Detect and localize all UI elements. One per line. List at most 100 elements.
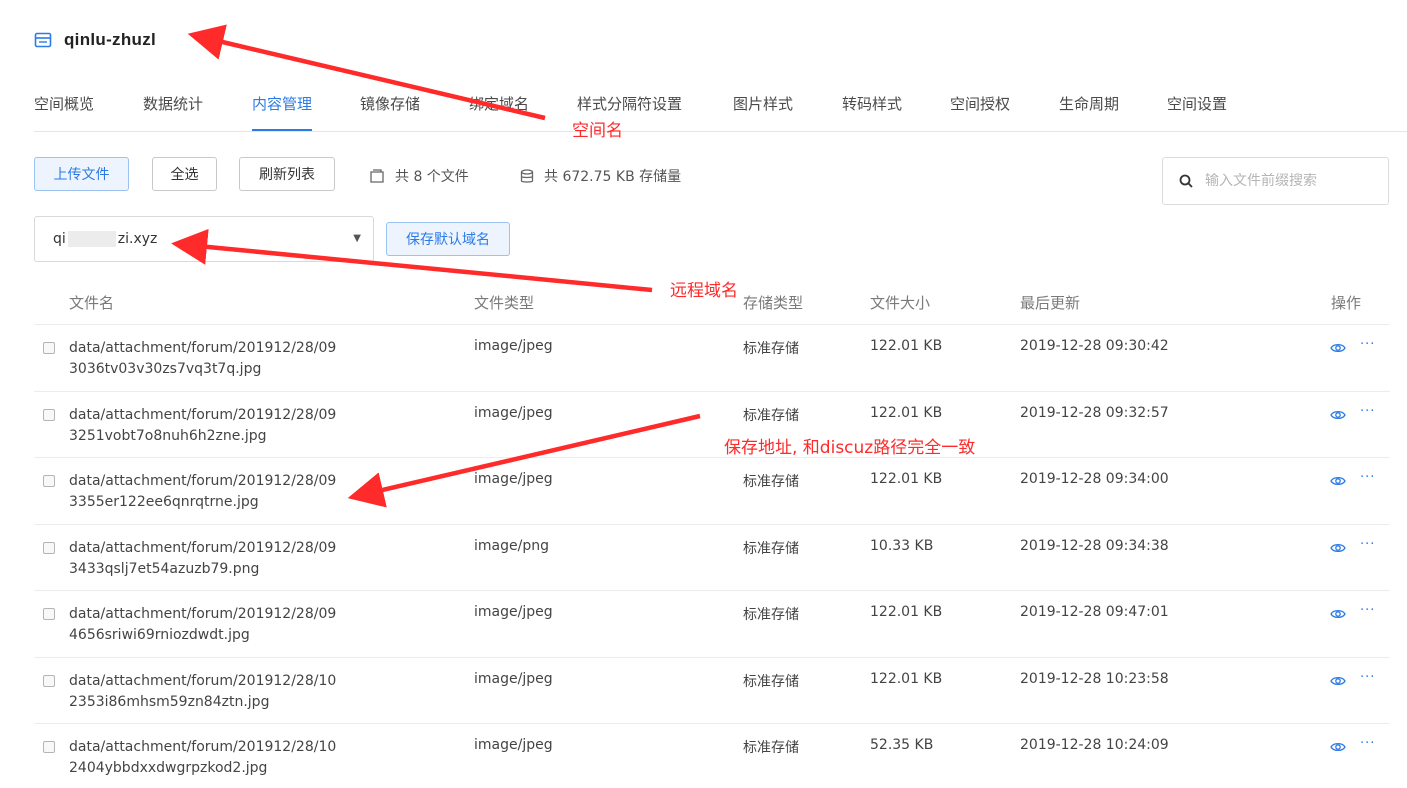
file-name[interactable]: data/attachment/forum/201912/28/09 3433qs… xyxy=(69,538,336,580)
more-actions-icon[interactable]: ··· xyxy=(1360,603,1375,618)
file-type: image/jpeg xyxy=(474,604,553,620)
last-updated: 2019-12-28 09:32:57 xyxy=(1020,405,1169,421)
file-size: 122.01 KB xyxy=(870,671,943,687)
table-row[interactable]: data/attachment/forum/201912/28/09 3036tv… xyxy=(34,324,1390,391)
file-size: 122.01 KB xyxy=(870,471,943,487)
table-row[interactable]: data/attachment/forum/201912/28/09 3355er… xyxy=(34,457,1390,524)
bucket-title: qinlu-zhuzl xyxy=(34,28,156,52)
more-actions-icon[interactable]: ··· xyxy=(1360,736,1375,751)
eye-icon[interactable] xyxy=(1330,675,1346,687)
storage-type: 标准存储 xyxy=(743,341,799,357)
more-actions-icon[interactable]: ··· xyxy=(1360,670,1375,685)
tab-bar: 空间概览 数据统计 内容管理 镜像存储 绑定域名 样式分隔符设置 图片样式 转码… xyxy=(34,92,1407,132)
eye-icon[interactable] xyxy=(1330,342,1346,354)
eye-icon[interactable] xyxy=(1330,409,1346,421)
last-updated: 2019-12-28 09:47:01 xyxy=(1020,604,1169,620)
eye-icon[interactable] xyxy=(1330,542,1346,554)
storage-type: 标准存储 xyxy=(743,541,799,557)
more-actions-icon[interactable]: ··· xyxy=(1360,404,1375,419)
table-row[interactable]: data/attachment/forum/201912/28/10 2353i8… xyxy=(34,657,1390,724)
annotation-save-path: 保存地址, 和discuz路径完全一致 xyxy=(724,438,976,458)
storage-type: 标准存储 xyxy=(743,740,799,756)
bucket-name: qinlu-zhuzl xyxy=(64,30,157,49)
domain-mask xyxy=(67,231,116,247)
column-header-type[interactable]: 文件类型 xyxy=(474,292,534,313)
tab-lifecycle[interactable]: 生命周期 xyxy=(1059,92,1119,131)
more-actions-icon[interactable]: ··· xyxy=(1360,537,1375,552)
caret-down-icon: ▼ xyxy=(353,233,361,244)
file-type: image/jpeg xyxy=(474,671,553,687)
last-updated: 2019-12-28 09:34:38 xyxy=(1020,538,1169,554)
last-updated: 2019-12-28 10:24:09 xyxy=(1020,737,1169,753)
file-type: image/jpeg xyxy=(474,471,553,487)
file-size: 52.35 KB xyxy=(870,737,934,753)
search-input[interactable] xyxy=(1205,173,1375,189)
tab-bind-domain[interactable]: 绑定域名 xyxy=(469,92,529,131)
tab-bucket-auth[interactable]: 空间授权 xyxy=(950,92,1010,131)
storage-type: 标准存储 xyxy=(743,408,799,424)
domain-prefix: qi xyxy=(53,231,66,247)
search-icon xyxy=(1179,174,1193,188)
storage-total-stat: 共 672.75 KB 存储量 xyxy=(520,166,681,186)
tab-content-management[interactable]: 内容管理 xyxy=(252,92,313,131)
tab-transcode-style[interactable]: 转码样式 xyxy=(842,92,902,131)
file-name[interactable]: data/attachment/forum/201912/28/09 3036tv… xyxy=(69,338,336,380)
column-header-name[interactable]: 文件名 xyxy=(69,292,114,313)
eye-icon[interactable] xyxy=(1330,475,1346,487)
row-checkbox[interactable] xyxy=(43,342,55,354)
annotation-bucket-name: 空间名 xyxy=(572,121,623,141)
file-count-stat: 共 8 个文件 xyxy=(369,166,469,186)
tab-statistics[interactable]: 数据统计 xyxy=(143,92,203,131)
last-updated: 2019-12-28 10:23:58 xyxy=(1020,671,1169,687)
more-actions-icon[interactable]: ··· xyxy=(1360,337,1375,352)
row-checkbox[interactable] xyxy=(43,675,55,687)
last-updated: 2019-12-28 09:34:00 xyxy=(1020,471,1169,487)
upload-button[interactable]: 上传文件 xyxy=(34,157,129,191)
tab-overview[interactable]: 空间概览 xyxy=(34,92,94,131)
file-name[interactable]: data/attachment/forum/201912/28/10 2353i8… xyxy=(69,671,336,713)
file-type: image/jpeg xyxy=(474,405,553,421)
search-box xyxy=(1162,157,1389,205)
table-row[interactable]: data/attachment/forum/201912/28/09 4656sr… xyxy=(34,590,1390,657)
file-box-icon xyxy=(370,169,384,183)
select-all-button[interactable]: 全选 xyxy=(152,157,217,191)
row-checkbox[interactable] xyxy=(43,542,55,554)
column-header-size[interactable]: 文件大小 xyxy=(870,292,930,313)
table-row[interactable]: data/attachment/forum/201912/28/09 3251vo… xyxy=(34,391,1390,458)
file-size: 122.01 KB xyxy=(870,405,943,421)
tab-mirror-storage[interactable]: 镜像存储 xyxy=(360,92,420,131)
file-type: image/png xyxy=(474,538,549,554)
last-updated: 2019-12-28 09:30:42 xyxy=(1020,338,1169,354)
eye-icon[interactable] xyxy=(1330,608,1346,620)
file-size: 122.01 KB xyxy=(870,338,943,354)
file-size: 122.01 KB xyxy=(870,604,943,620)
file-name[interactable]: data/attachment/forum/201912/28/10 2404yb… xyxy=(69,737,336,779)
tab-bucket-settings[interactable]: 空间设置 xyxy=(1167,92,1227,131)
storage-type: 标准存储 xyxy=(743,474,799,490)
domain-select[interactable]: qi zi.xyz ▼ xyxy=(34,216,374,262)
more-actions-icon[interactable]: ··· xyxy=(1360,470,1375,485)
row-checkbox[interactable] xyxy=(43,741,55,753)
storage-type: 标准存储 xyxy=(743,607,799,623)
file-name[interactable]: data/attachment/forum/201912/28/09 4656sr… xyxy=(69,604,336,646)
row-checkbox[interactable] xyxy=(43,608,55,620)
column-header-storage[interactable]: 存储类型 xyxy=(743,292,803,313)
storage-total-text: 共 672.75 KB 存储量 xyxy=(544,169,682,185)
file-type: image/jpeg xyxy=(474,338,553,354)
column-header-updated[interactable]: 最后更新 xyxy=(1020,292,1080,313)
row-checkbox[interactable] xyxy=(43,475,55,487)
table-row[interactable]: data/attachment/forum/201912/28/09 3433qs… xyxy=(34,524,1390,591)
file-name[interactable]: data/attachment/forum/201912/28/09 3355er… xyxy=(69,471,336,513)
annotation-remote-domain: 远程域名 xyxy=(670,281,738,301)
domain-suffix: zi.xyz xyxy=(117,231,158,247)
row-checkbox[interactable] xyxy=(43,409,55,421)
table-row[interactable]: data/attachment/forum/201912/28/10 2404yb… xyxy=(34,723,1390,788)
refresh-list-button[interactable]: 刷新列表 xyxy=(239,157,335,191)
file-count-text: 共 8 个文件 xyxy=(395,169,469,185)
eye-icon[interactable] xyxy=(1330,741,1346,753)
storage-type: 标准存储 xyxy=(743,674,799,690)
save-default-domain-button[interactable]: 保存默认域名 xyxy=(386,222,510,256)
tab-image-style[interactable]: 图片样式 xyxy=(733,92,793,131)
database-icon xyxy=(520,168,534,183)
file-name[interactable]: data/attachment/forum/201912/28/09 3251vo… xyxy=(69,405,336,447)
